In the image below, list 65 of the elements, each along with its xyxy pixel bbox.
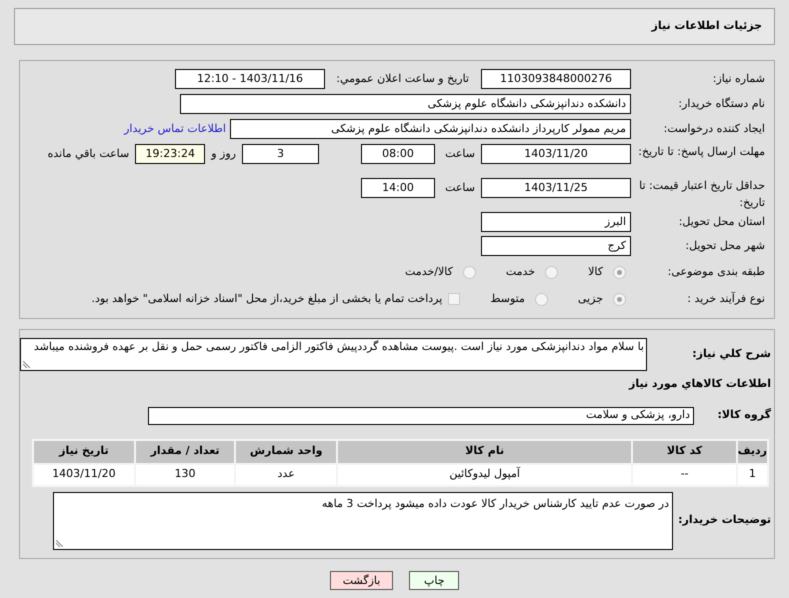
description-text: با سلام مواد دندانپزشکی مورد نیاز است .پیوست مشاهده گرددپیش فاکتور الزامی فاکتور رسمی حمل و نقل بر عهده فروشنده میباشد <box>34 340 644 353</box>
table-cell: 1403/11/20 <box>33 464 135 486</box>
table-cell: 130 <box>134 464 236 486</box>
radio-label: خدمت <box>506 264 536 280</box>
radio-button[interactable] <box>613 266 626 278</box>
radio-button[interactable] <box>534 292 548 306</box>
table-cell: -- <box>632 464 737 486</box>
table-cell: آمپول لیدوکائین <box>336 464 632 486</box>
validity-time-field: 14:00 <box>361 178 435 198</box>
table-cell: 1 <box>736 464 768 486</box>
radio-label: کالا <box>588 264 603 280</box>
time-label: ساعت <box>444 146 475 162</box>
page-title: جزئیات اطلاعات نیاز <box>652 18 762 34</box>
radio-button[interactable] <box>462 266 476 278</box>
field-label: طبقه بندی موضوعی: <box>668 264 765 278</box>
buyer-notes-text: در صورت عدم تایید کارشناس خریدار کالا عودت داده میشود پرداخت 3 ماهه <box>322 496 669 510</box>
deadline-date-field: 1403/11/20 <box>481 144 631 164</box>
radio-button[interactable] <box>545 266 558 278</box>
days-field: 3 <box>242 144 319 164</box>
radio-label: متوسط <box>490 290 525 307</box>
column-header: کد کالا <box>632 440 737 464</box>
resize-grip-icon <box>56 540 63 546</box>
field-label: شهر محل تحویل: <box>685 238 765 252</box>
field-label: استان محل تحویل: <box>678 214 765 228</box>
buyer-notes-label: توضیحات خریدار: <box>678 513 771 526</box>
column-header: واحد شمارش <box>235 440 337 464</box>
goods-group-field: دارو، پزشکی و سلامت <box>148 406 694 424</box>
description-label: شرح كلي نياز: <box>692 347 771 360</box>
buyer-org-field: دانشکده دندانپزشکی دانشگاه علوم پزشکی <box>180 94 631 114</box>
section-title: اطلاعات كالاهاي مورد نياز <box>629 377 771 390</box>
radio-label: جزیی <box>578 290 603 307</box>
creator-field: مریم ممولر کارپرداز دانشکده دندانپزشکی دانشگاه علوم پزشکی <box>230 119 631 139</box>
field-label: مهلت ارسال پاسخ: تا تاریخ: <box>638 145 765 158</box>
field-label: تاریخ و ساعت اعلان عمومي: <box>336 72 469 85</box>
field-label: نوع فرآیند خرید : <box>687 292 765 305</box>
field-label: شماره نیاز: <box>712 72 765 85</box>
remaining-time-field: 19:23:24 <box>135 144 206 164</box>
announce-date-field: 1403/11/16 - 12:10 <box>175 69 325 89</box>
city-field: کرج <box>481 236 631 256</box>
checkbox-label: پرداخت تمام یا بخشی از مبلغ خرید،از محل "اسناد خزانه اسلامی" خواهد بود. <box>92 290 442 307</box>
column-header: تاریخ نیاز <box>33 440 135 464</box>
radio-label: کالا/خدمت <box>405 264 453 280</box>
days-label: روز و <box>211 146 236 162</box>
province-field: البرز <box>481 212 631 232</box>
deadline-time-field: 08:00 <box>361 144 435 164</box>
buyer-contact-link[interactable]: اطلاعات تماس خریدار <box>124 120 226 138</box>
buyer-notes-field[interactable]: در صورت عدم تایید کارشناس خریدار کالا عودت داده میشود پرداخت 3 ماهه <box>53 492 673 550</box>
action-button[interactable]: چاپ <box>409 570 460 590</box>
need-number-field: 1103093848000276 <box>481 69 631 89</box>
radio-button[interactable] <box>613 292 626 306</box>
field-label: ایجاد کننده درخواست: <box>664 122 765 135</box>
column-header: نام کالا <box>336 440 632 464</box>
action-button[interactable]: بازگشت <box>330 570 394 590</box>
remaining-label: ساعت باقي مانده <box>48 146 130 162</box>
validity-date-field: 1403/11/25 <box>481 178 631 198</box>
table-cell: عدد <box>235 464 337 486</box>
field-label: نام دستگاه خریدار: <box>678 96 765 110</box>
goods-group-label: گروه کالا: <box>717 408 771 422</box>
column-header: ردیف <box>736 440 768 464</box>
time-label: ساعت <box>444 180 475 196</box>
description-field[interactable]: با سلام مواد دندانپزشکی مورد نیاز است .پیوست مشاهده گرددپیش فاکتور الزامی فاکتور رسمی حمل و نقل بر عهده فروشنده میباشد <box>20 338 647 371</box>
column-header: تعداد / مقدار <box>134 440 236 464</box>
field-label: حداقل تاریخ اعتبار قیمت: تا تاریخ: <box>639 179 765 208</box>
checkbox[interactable] <box>448 293 460 305</box>
resize-grip-icon <box>23 361 30 368</box>
